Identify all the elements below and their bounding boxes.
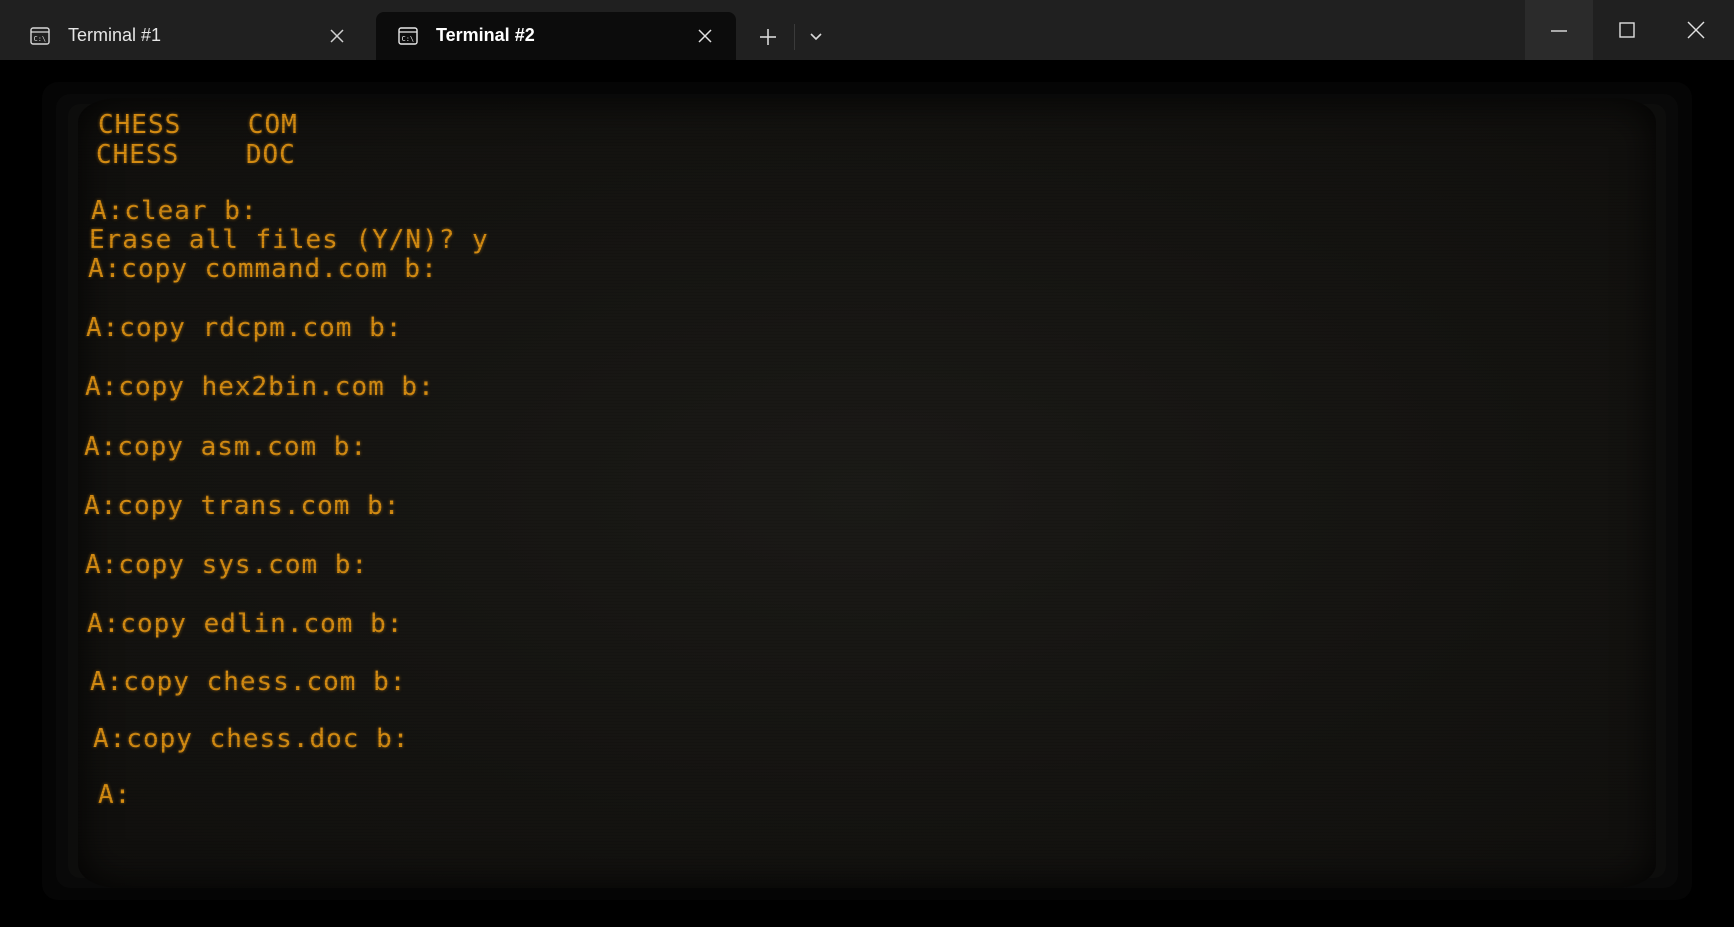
terminal-line: A:copy chess.com b:	[90, 667, 407, 697]
crt-screen[interactable]: CHESS COM CHESS DOC A:clear b: Erase all…	[78, 98, 1656, 888]
cmd-prompt-icon: C:\	[398, 27, 418, 45]
terminal-pane[interactable]: CHESS COM CHESS DOC A:clear b: Erase all…	[4, 60, 1730, 923]
terminal-line: CHESS COM	[98, 110, 298, 140]
svg-text:C:\: C:\	[34, 35, 47, 43]
terminal-line: A:copy trans.com b:	[84, 491, 401, 521]
minimize-button[interactable]	[1525, 0, 1593, 60]
tab-separator	[794, 24, 795, 50]
close-icon[interactable]	[328, 27, 346, 45]
terminal-window: C:\ Terminal #1 C:\ Terminal #2 CHESS CO…	[0, 0, 1734, 927]
terminal-line: A:copy sys.com b:	[85, 550, 369, 580]
terminal-line: A:copy hex2bin.com b:	[85, 372, 435, 402]
maximize-icon	[1619, 22, 1635, 38]
tab-terminal-2[interactable]: C:\ Terminal #2	[376, 12, 736, 60]
minimize-icon	[1551, 30, 1567, 32]
terminal-line: A:copy command.com b:	[88, 254, 438, 284]
tab-terminal-1[interactable]: C:\ Terminal #1	[8, 12, 368, 60]
close-icon[interactable]	[696, 27, 714, 45]
plus-icon[interactable]	[755, 24, 781, 50]
chevron-down-icon[interactable]	[806, 26, 826, 46]
terminal-prompt: A:	[98, 780, 132, 810]
terminal-line: A:clear b:	[91, 196, 258, 226]
terminal-line: A:copy asm.com b:	[84, 432, 368, 462]
close-window-button[interactable]	[1662, 0, 1730, 60]
terminal-line: Erase all files (Y/N)? y	[89, 225, 489, 255]
cmd-prompt-icon: C:\	[30, 27, 50, 45]
maximize-button[interactable]	[1593, 0, 1661, 60]
terminal-line: A:copy edlin.com b:	[87, 609, 404, 639]
svg-text:C:\: C:\	[402, 35, 415, 43]
terminal-line: A:copy chess.doc b:	[93, 724, 410, 754]
terminal-line: CHESS DOC	[96, 140, 296, 170]
tab-label: Terminal #2	[436, 25, 535, 45]
tab-label: Terminal #1	[68, 25, 162, 45]
title-bar: C:\ Terminal #1 C:\ Terminal #2	[0, 0, 1734, 60]
close-icon	[1687, 21, 1705, 39]
terminal-line: A:copy rdcpm.com b:	[86, 313, 403, 343]
